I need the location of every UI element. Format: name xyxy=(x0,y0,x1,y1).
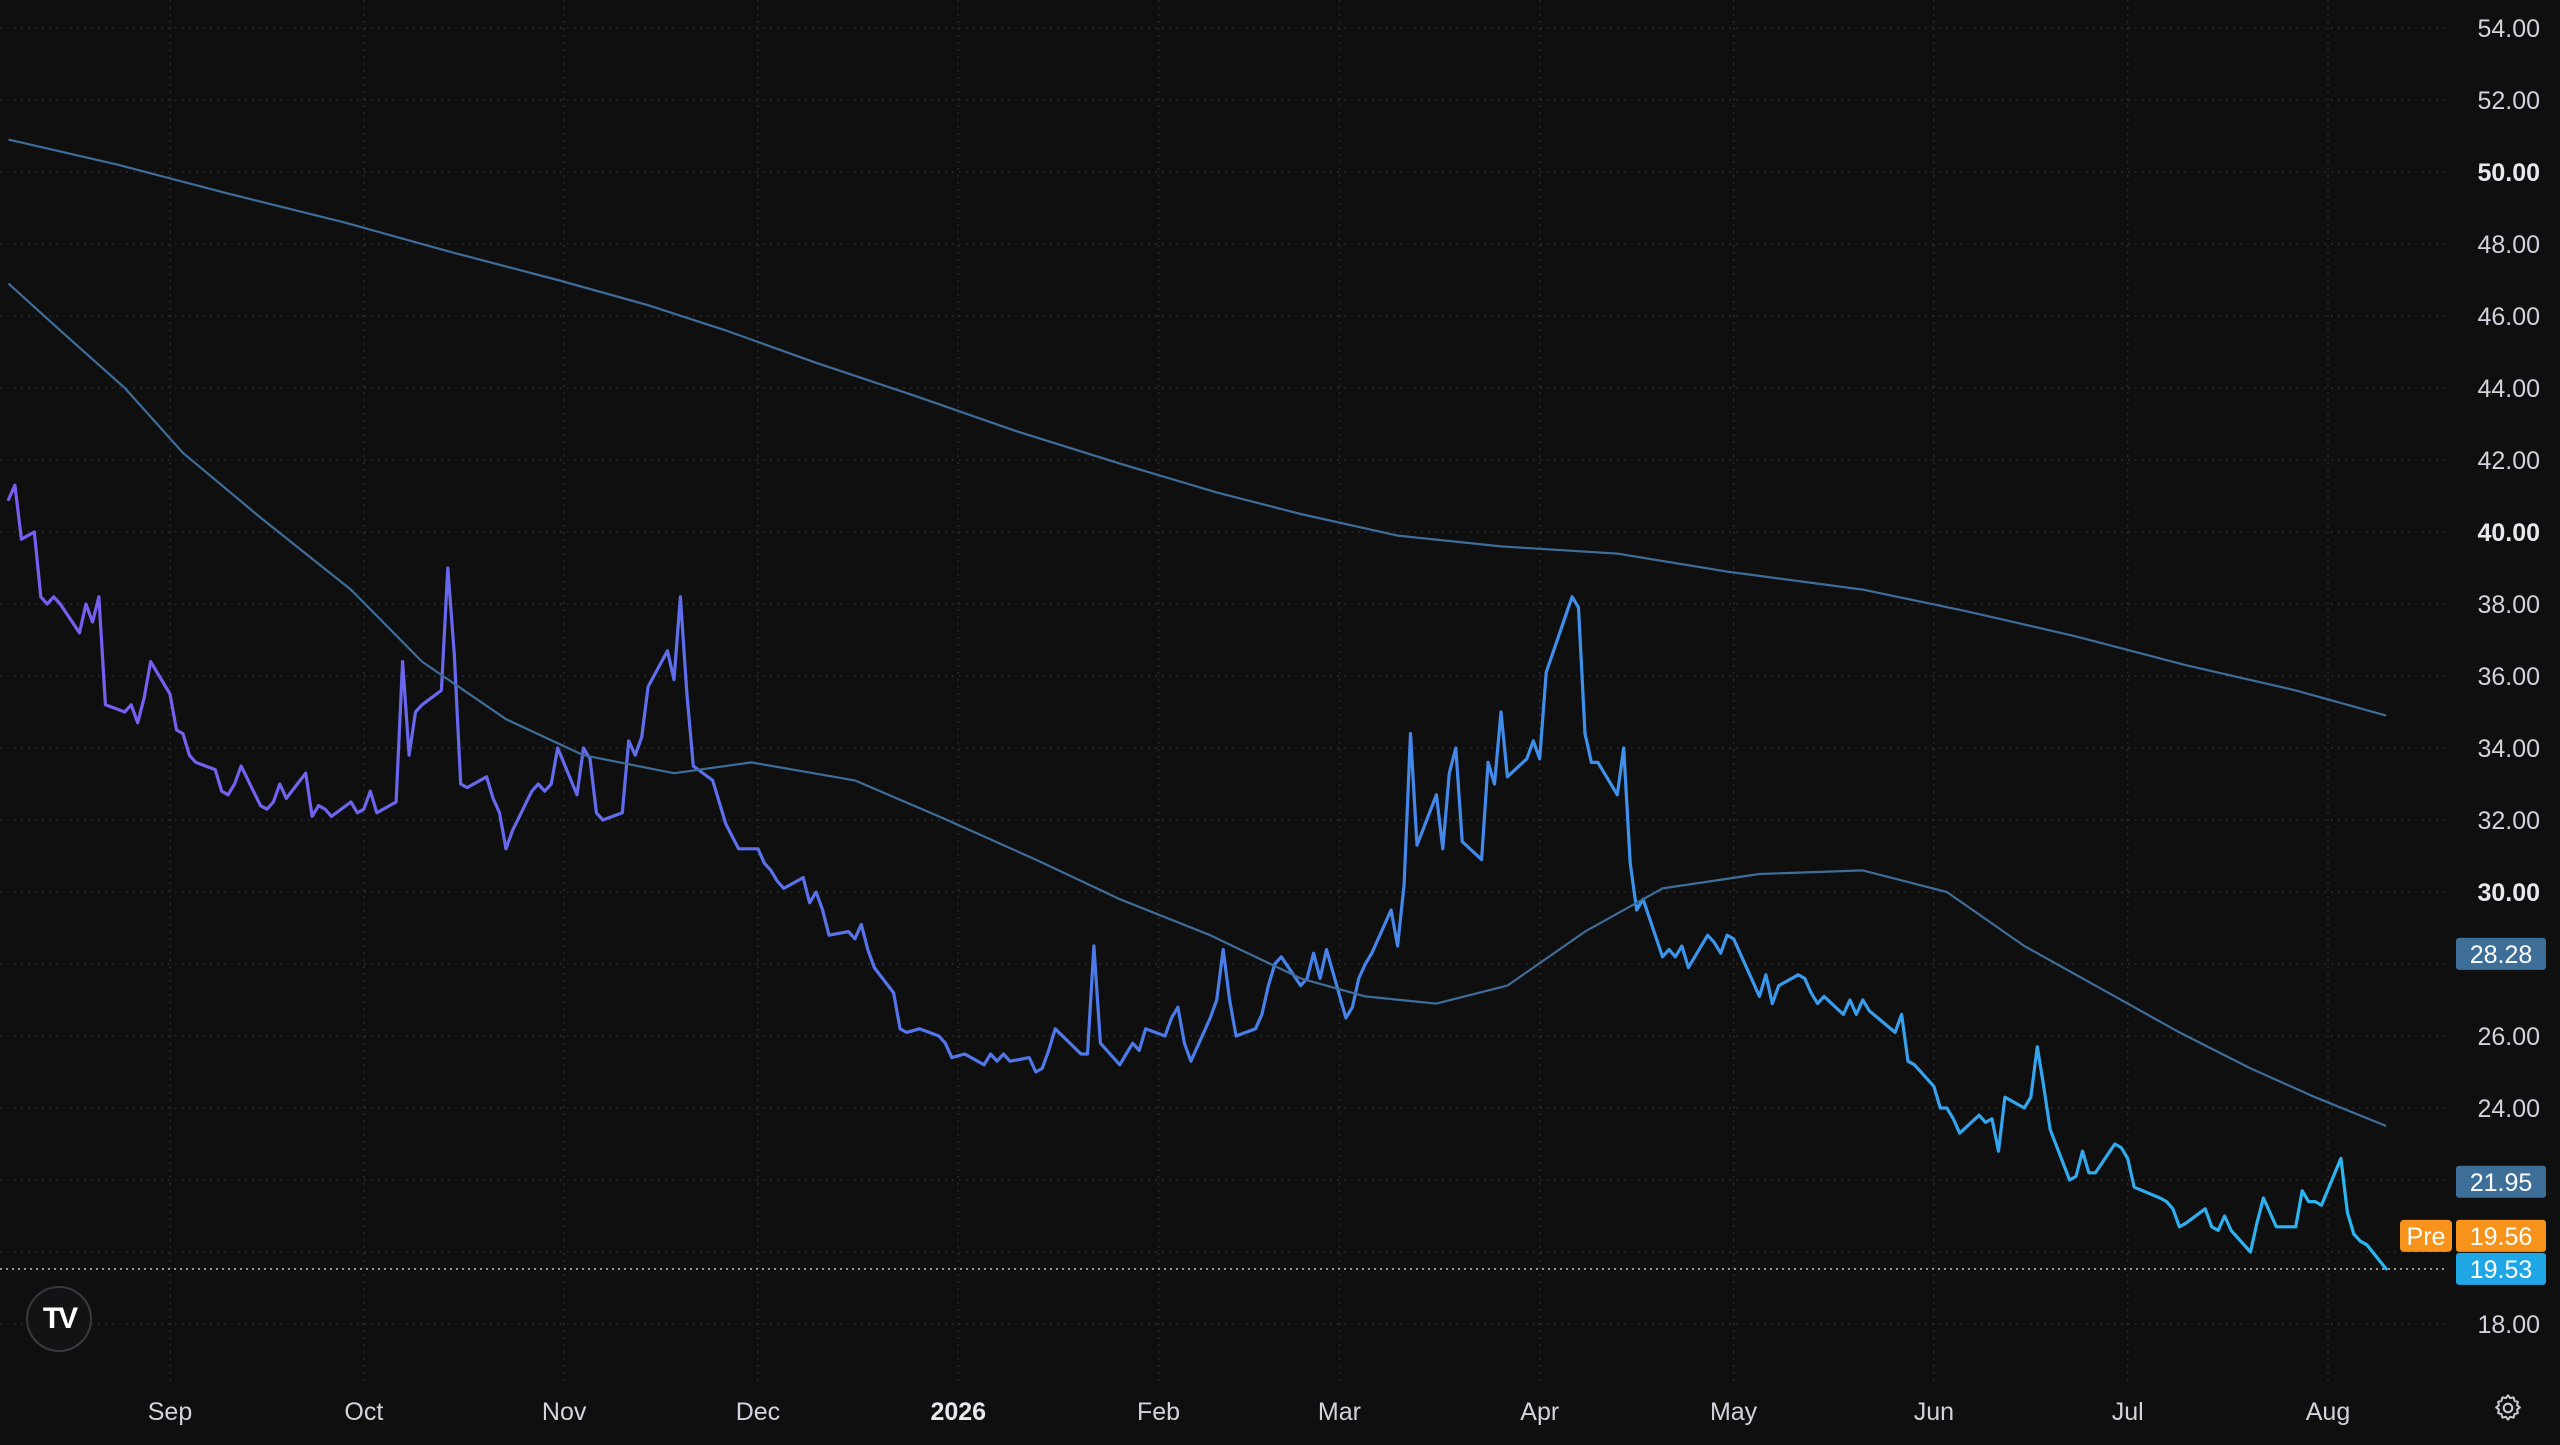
grid xyxy=(0,0,2448,1385)
y-tick-label: 42.00 xyxy=(2477,447,2540,475)
y-tick-label: 46.00 xyxy=(2477,303,2540,331)
x-tick-label: May xyxy=(1710,1398,1758,1426)
x-tick-label: Feb xyxy=(1137,1398,1180,1426)
price-badge-label: 19.53 xyxy=(2470,1256,2533,1284)
gear-icon[interactable] xyxy=(2492,1392,2524,1424)
price-chart[interactable]: 18.00 24.00 26.00 30.00 32.00 34.00 36.00 38.00… xyxy=(0,0,2560,1440)
x-tick-label: Apr xyxy=(1520,1398,1559,1426)
price-badge-label: 21.95 xyxy=(2470,1169,2533,1197)
y-tick-label: 36.00 xyxy=(2477,663,2540,691)
x-tick-label: Oct xyxy=(344,1398,383,1426)
y-tick-label: 48.00 xyxy=(2477,231,2540,259)
x-tick-label: Nov xyxy=(542,1398,587,1426)
y-tick-label: 26.00 xyxy=(2477,1023,2540,1051)
y-tick-label: 52.00 xyxy=(2477,87,2540,115)
x-tick-label: Jul xyxy=(2112,1398,2144,1426)
logo-text: TV xyxy=(42,1302,78,1335)
y-tick-label: 24.00 xyxy=(2477,1095,2540,1123)
x-axis[interactable]: Sep Oct Nov Dec 2026 Feb Mar Apr May Jun Jul Aug xyxy=(148,1398,2350,1426)
y-tick-label: 50.00 xyxy=(2477,159,2540,187)
price-badge-label: 28.28 xyxy=(2470,941,2533,969)
y-tick-label: 40.00 xyxy=(2477,519,2540,547)
y-tick-label: 44.00 xyxy=(2477,375,2540,403)
y-tick-label: 38.00 xyxy=(2477,591,2540,619)
y-axis[interactable]: 18.00 24.00 26.00 30.00 32.00 34.00 36.00 38.00… xyxy=(2477,15,2540,1339)
y-tick-label: 32.00 xyxy=(2477,807,2540,835)
tradingview-logo-icon[interactable]: TV xyxy=(26,1286,92,1352)
x-tick-label: 2026 xyxy=(930,1398,986,1426)
y-tick-label: 18.00 xyxy=(2477,1311,2540,1339)
pre-market-prefix-label: Pre xyxy=(2407,1223,2446,1251)
pre-market-price-label: 19.56 xyxy=(2470,1223,2533,1251)
y-tick-label: 30.00 xyxy=(2477,879,2540,907)
y-tick-label: 54.00 xyxy=(2477,15,2540,43)
x-tick-label: Jun xyxy=(1914,1398,1954,1426)
moving-average-long-line xyxy=(8,138,2387,717)
x-tick-label: Dec xyxy=(736,1398,780,1426)
series-layer xyxy=(0,138,2448,1271)
moving-average-short-line xyxy=(7,282,2387,1128)
x-tick-label: Sep xyxy=(148,1398,192,1426)
chart-area[interactable]: 18.00 24.00 26.00 30.00 32.00 34.00 36.00 38.00… xyxy=(0,0,2560,1440)
x-tick-label: Aug xyxy=(2306,1398,2350,1426)
y-tick-label: 34.00 xyxy=(2477,735,2540,763)
x-tick-label: Mar xyxy=(1318,1398,1361,1426)
